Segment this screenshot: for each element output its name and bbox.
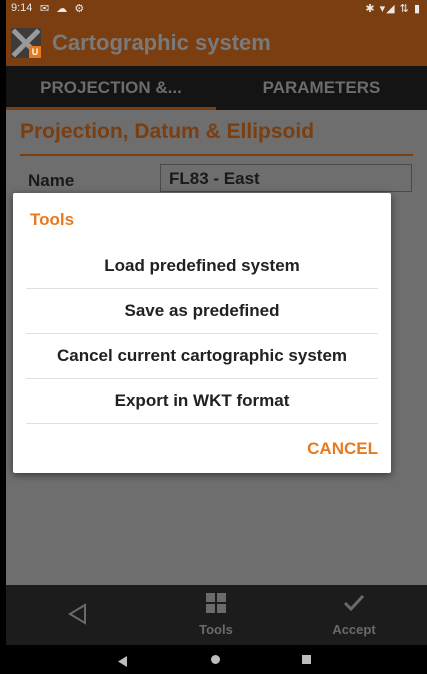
system-status-icons: ✱ ▾◢ ⇅ ▮ (365, 3, 421, 15)
section-divider (20, 154, 413, 156)
checkmark-icon (343, 594, 365, 612)
logo-badge: U (29, 46, 41, 58)
tab-projection[interactable]: PROJECTION &... (6, 66, 216, 110)
nav-home-icon[interactable] (211, 655, 220, 664)
cancel-current-system-item[interactable]: Cancel current cartographic system (26, 334, 378, 379)
name-value: FL83 - East (169, 169, 260, 188)
grid-icon (206, 593, 226, 613)
section-title: Projection, Datum & Ellipsoid (20, 120, 315, 143)
dialog-cancel-button[interactable]: CANCEL (307, 439, 378, 459)
tab-bar: PROJECTION &... PARAMETERS (6, 66, 427, 110)
app-bar: U Cartographic system (6, 18, 427, 66)
back-triangle-icon[interactable] (66, 602, 88, 631)
name-label: Name (28, 171, 75, 190)
notification-icons: ✉ ☁ ⚙ (40, 3, 87, 15)
tools-dialog: Tools Load predefined system Save as pre… (13, 193, 391, 473)
nav-recents-icon[interactable] (302, 655, 311, 664)
accept-button[interactable]: Accept (314, 593, 394, 637)
export-wkt-item[interactable]: Export in WKT format (26, 379, 378, 424)
xu-logo-icon: U (11, 28, 41, 58)
bottom-toolbar: Tools Accept (6, 585, 427, 645)
nav-back-icon[interactable] (118, 654, 128, 672)
save-as-predefined-item[interactable]: Save as predefined (26, 289, 378, 334)
active-tab-indicator (6, 107, 216, 110)
screen: 9:14 ✉ ☁ ⚙ ✱ ▾◢ ⇅ ▮ U Cartographic syste… (6, 0, 427, 674)
tools-label: Tools (199, 622, 233, 637)
tab-parameters[interactable]: PARAMETERS (216, 66, 427, 110)
accept-label: Accept (332, 622, 376, 637)
tools-button[interactable]: Tools (176, 593, 256, 637)
dialog-title: Tools (30, 210, 75, 229)
app-title: Cartographic system (52, 30, 271, 55)
load-predefined-system-item[interactable]: Load predefined system (26, 244, 378, 289)
status-bar: 9:14 ✉ ☁ ⚙ ✱ ▾◢ ⇅ ▮ (6, 0, 427, 18)
system-nav-bar (6, 645, 427, 674)
status-time: 9:14 (11, 2, 33, 14)
name-field[interactable]: FL83 - East (160, 164, 412, 192)
